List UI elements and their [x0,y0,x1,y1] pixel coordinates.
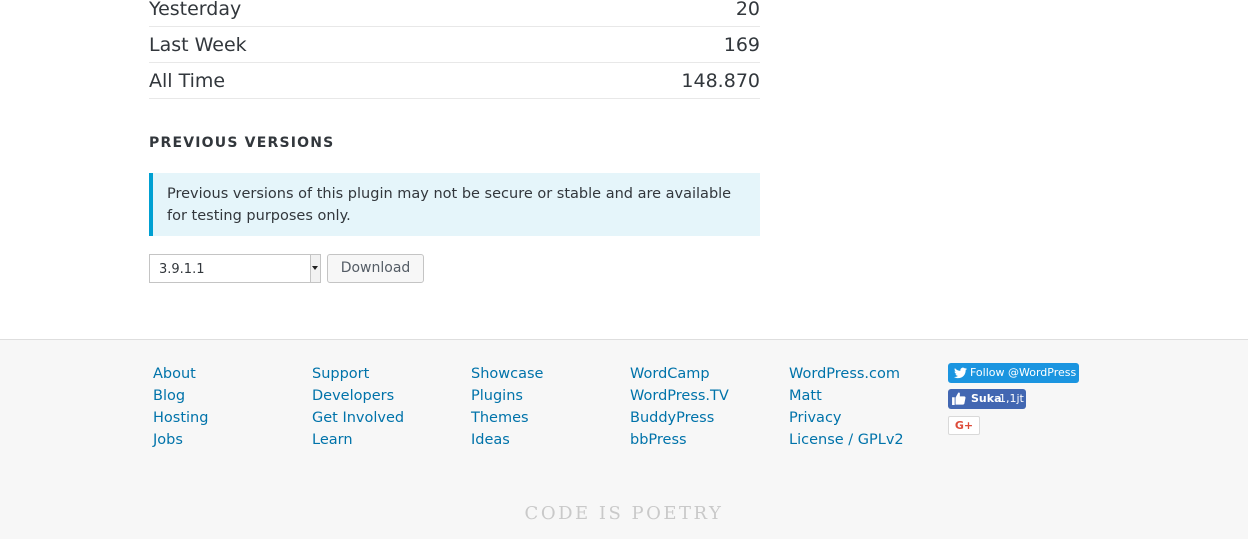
download-stats-table: Yesterday 20 Last Week 169 All Time 148.… [149,0,760,99]
chevron-down-icon[interactable] [310,255,320,282]
footer-link-developers[interactable]: Developers [312,385,404,407]
stats-row-yesterday: Yesterday 20 [149,0,760,27]
footer-column-2: Support Developers Get Involved Learn [312,363,404,451]
code-is-poetry-tagline: CODE IS POETRY [524,503,724,524]
footer-link-hosting[interactable]: Hosting [153,407,208,429]
footer-link-buddypress[interactable]: BuddyPress [630,407,729,429]
footer-link-showcase[interactable]: Showcase [471,363,543,385]
stats-label: All Time [149,70,226,92]
footer-link-wordpress-tv[interactable]: WordPress.TV [630,385,729,407]
stats-value: 169 [723,34,760,56]
footer-link-support[interactable]: Support [312,363,404,385]
version-select-value: 3.9.1.1 [159,262,205,277]
footer-link-license[interactable]: License / GPLv2 [789,429,904,451]
footer-link-get-involved[interactable]: Get Involved [312,407,404,429]
stats-value: 20 [735,0,760,20]
footer-link-privacy[interactable]: Privacy [789,407,904,429]
twitter-follow-button[interactable]: Follow @WordPress [948,363,1079,383]
stats-label: Last Week [149,34,247,56]
google-plus-button[interactable]: G+ [948,416,980,435]
footer-link-wordpress-com[interactable]: WordPress.com [789,363,904,385]
previous-versions-notice: Previous versions of this plugin may not… [149,173,760,236]
footer-link-ideas[interactable]: Ideas [471,429,543,451]
footer-column-3: Showcase Plugins Themes Ideas [471,363,543,451]
twitter-bird-icon [954,367,967,379]
previous-versions-heading: PREVIOUS VERSIONS [149,135,335,151]
stats-label: Yesterday [149,0,242,20]
facebook-like-button[interactable]: Suka 1,1jt [948,389,1026,409]
footer-link-jobs[interactable]: Jobs [153,429,208,451]
stats-row-all-time: All Time 148.870 [149,63,760,99]
footer-column-5: WordPress.com Matt Privacy License / GPL… [789,363,904,451]
stats-row-last-week: Last Week 169 [149,27,760,63]
footer-link-blog[interactable]: Blog [153,385,208,407]
footer-column-4: WordCamp WordPress.TV BuddyPress bbPress [630,363,729,451]
footer-link-wordcamp[interactable]: WordCamp [630,363,729,385]
footer-link-learn[interactable]: Learn [312,429,404,451]
facebook-thumb-icon [952,392,966,405]
footer-link-matt[interactable]: Matt [789,385,904,407]
stats-value: 148.870 [681,70,760,92]
footer-link-themes[interactable]: Themes [471,407,543,429]
footer-link-plugins[interactable]: Plugins [471,385,543,407]
site-footer: About Blog Hosting Jobs Support Develope… [0,339,1248,539]
version-select[interactable]: 3.9.1.1 [149,254,321,283]
facebook-like-count: 1,1jt [999,392,1024,405]
footer-link-bbpress[interactable]: bbPress [630,429,729,451]
download-button[interactable]: Download [327,254,424,283]
facebook-like-label: Suka [971,392,1002,405]
footer-link-about[interactable]: About [153,363,208,385]
twitter-follow-label: Follow @WordPress [970,366,1077,379]
footer-column-1: About Blog Hosting Jobs [153,363,208,451]
